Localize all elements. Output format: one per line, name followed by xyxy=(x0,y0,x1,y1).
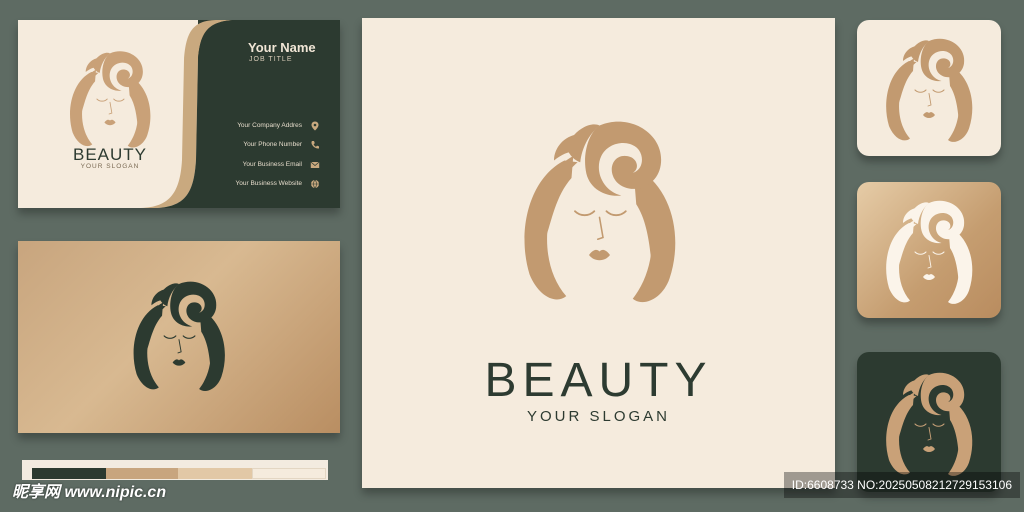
logo-tile-gold xyxy=(857,182,1001,318)
contact-website: Your Business Website xyxy=(235,180,302,187)
card-brand-text: BEAUTY xyxy=(72,145,148,164)
main-brand-text: BEAUTY xyxy=(484,354,713,407)
contact-phone: Your Phone Number xyxy=(243,141,302,148)
card-slogan-text: YOUR SLOGAN xyxy=(80,163,140,170)
phone-icon xyxy=(311,141,319,149)
contact-email: Your Business Email xyxy=(242,161,302,168)
business-card-back xyxy=(18,241,340,433)
tile-dark-face-icon xyxy=(879,362,979,488)
business-card-front: BEAUTY YOUR SLOGAN Your Name JOB TITLE Y… xyxy=(18,20,340,208)
swatch-cream xyxy=(252,468,326,479)
globe-icon xyxy=(311,179,319,189)
card-face-logo-icon xyxy=(62,44,158,156)
main-slogan-text: YOUR SLOGAN xyxy=(526,408,671,425)
watermark-id: ID:6608733 NO:20250508212729153106 xyxy=(783,472,1020,498)
tile-light-face-icon xyxy=(879,30,979,152)
card-name: Your Name xyxy=(248,40,316,55)
watermark-site: 昵享网 www.nipic.cn xyxy=(12,484,167,501)
location-pin-icon xyxy=(311,121,319,131)
tile-gold-face-icon xyxy=(879,192,979,314)
card-job-title: JOB TITLE xyxy=(249,56,293,63)
main-face-logo-icon xyxy=(512,102,687,324)
card-back-face-logo-icon xyxy=(126,273,232,401)
color-swatches xyxy=(22,460,328,480)
swatch-light-gold xyxy=(178,468,252,479)
email-icon xyxy=(310,161,320,168)
main-logo-panel: BEAUTY YOUR SLOGAN xyxy=(362,18,835,488)
logo-tile-light xyxy=(857,20,1001,156)
contact-address: Your Company Addres xyxy=(237,122,302,129)
logo-tile-dark xyxy=(857,352,1001,492)
